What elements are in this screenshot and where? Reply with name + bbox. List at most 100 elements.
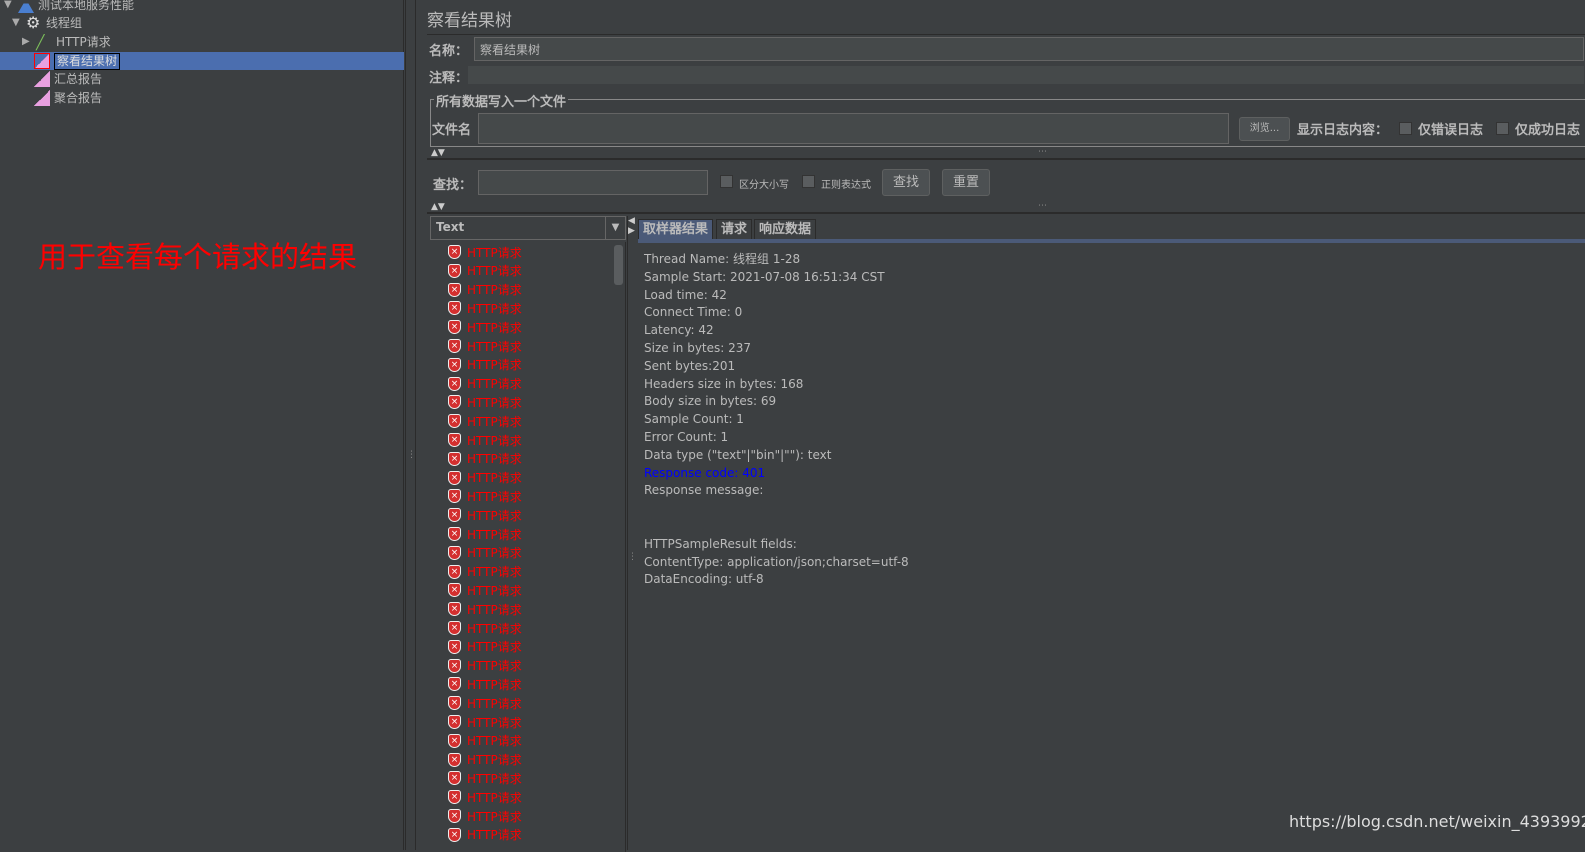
renderer-select[interactable]: Text ▼ <box>430 216 626 240</box>
result-item[interactable]: × HTTP请求 <box>448 807 522 825</box>
tree-node-summary-report[interactable]: 汇总报告 <box>34 70 102 88</box>
result-item-label: HTTP请求 <box>467 471 522 486</box>
result-item[interactable]: × HTTP请求 <box>448 318 522 336</box>
tab-1[interactable]: 请求 <box>716 219 753 239</box>
arrow-left-icon[interactable]: ◀ <box>628 216 635 226</box>
result-item[interactable]: × HTTP请求 <box>448 375 522 393</box>
expand-arrow-icon[interactable]: ▼ <box>12 14 22 32</box>
result-item-label: HTTP请求 <box>467 264 522 279</box>
error-shield-icon: × <box>448 639 461 654</box>
tab-0[interactable]: 取样器结果 <box>638 219 714 239</box>
case-sensitive-checkbox[interactable] <box>720 175 733 188</box>
collapse-arrow-icon[interactable]: ▶ <box>22 33 32 51</box>
error-shield-icon: × <box>448 733 461 748</box>
chevron-down-icon[interactable]: ▼ <box>605 217 625 239</box>
tree-node-aggregate-report[interactable]: 聚合报告 <box>34 89 102 107</box>
result-item[interactable]: × HTTP请求 <box>448 751 522 769</box>
result-item[interactable]: × HTTP请求 <box>448 657 522 675</box>
tree-node-thread-group[interactable]: ▼ ⚙ 线程组 <box>12 14 82 32</box>
result-item[interactable]: × HTTP请求 <box>448 788 522 806</box>
arrow-right-icon[interactable]: ▶ <box>628 226 635 236</box>
drag-handle-icon[interactable]: ⋮ <box>407 450 416 460</box>
test-plan-tree[interactable]: ▼ 测试本地服务性能 ▼ ⚙ 线程组 ▶ ╱ HTTP请求 察看结果树 汇总报告… <box>0 0 404 850</box>
result-item[interactable]: × HTTP请求 <box>448 619 522 637</box>
error-shield-icon: × <box>448 376 461 391</box>
view-results-tree-panel: 察看结果树 名称： 察看结果树 注释： 所有数据写入一个文件 文件名 浏览...… <box>416 0 1585 852</box>
error-shield-icon: × <box>448 715 461 729</box>
detail-line: Sample Count: 1 <box>644 412 744 427</box>
result-item[interactable]: × HTTP请求 <box>448 356 522 374</box>
detail-line: Thread Name: 线程组 1-28 <box>644 252 801 266</box>
result-item[interactable]: × HTTP请求 <box>448 299 522 317</box>
error-shield-icon: × <box>448 827 461 842</box>
collapse-toggle-icon[interactable]: ▲▼ <box>431 202 445 212</box>
result-item[interactable]: × HTTP请求 <box>448 412 522 430</box>
drag-handle-icon[interactable]: ⋮ <box>628 552 637 562</box>
comment-input[interactable] <box>468 66 1584 84</box>
results-scrollbar[interactable] <box>614 245 623 285</box>
result-item-label: HTTP请求 <box>467 771 522 786</box>
tree-node-test-plan[interactable]: ▼ 测试本地服务性能 <box>4 0 134 14</box>
result-item-label: HTTP请求 <box>467 602 522 617</box>
result-item[interactable]: × HTTP请求 <box>448 638 522 656</box>
result-item[interactable]: × HTTP请求 <box>448 544 522 562</box>
result-item[interactable]: × HTTP请求 <box>448 243 522 261</box>
search-input[interactable] <box>478 170 708 195</box>
result-item[interactable]: × HTTP请求 <box>448 769 522 787</box>
find-button[interactable]: 查找 <box>882 169 930 196</box>
results-list[interactable]: × HTTP请求 × HTTP请求 × HTTP请求 × HTTP请求 × HTTP请求 × HTTP… <box>430 242 626 852</box>
split-pane-divider[interactable]: ⋮ <box>405 0 416 850</box>
result-item[interactable]: × HTTP请求 <box>448 469 522 487</box>
result-item-label: HTTP请求 <box>467 283 522 298</box>
result-item[interactable]: × HTTP请求 <box>448 694 522 712</box>
drag-handle-icon[interactable]: ⋯ <box>1038 147 1047 157</box>
result-item[interactable]: × HTTP请求 <box>448 826 522 844</box>
detail-line: Sent bytes:201 <box>644 358 736 373</box>
detail-line <box>644 518 909 536</box>
result-item-label: HTTP请求 <box>467 828 522 843</box>
result-item[interactable]: × HTTP请求 <box>448 262 522 280</box>
result-item[interactable]: × HTTP请求 <box>448 563 522 581</box>
reset-button[interactable]: 重置 <box>942 169 990 196</box>
collapse-toggle-icon[interactable]: ▲▼ <box>431 148 445 158</box>
annotation-text: 用于查看每个请求的结果 <box>38 240 358 274</box>
filename-input[interactable] <box>478 113 1229 144</box>
result-item[interactable]: × HTTP请求 <box>448 281 522 299</box>
regex-checkbox[interactable] <box>802 175 815 188</box>
result-item[interactable]: × HTTP请求 <box>448 525 522 543</box>
error-shield-icon: × <box>448 489 461 504</box>
error-shield-icon: × <box>448 414 461 429</box>
detail-line: Error Count: 1 <box>644 429 729 444</box>
drag-handle-icon[interactable]: ⋯ <box>1038 201 1047 211</box>
error-shield-icon: × <box>448 564 461 579</box>
detail-line: Response message: <box>644 483 764 498</box>
result-item[interactable]: × HTTP请求 <box>448 337 522 355</box>
split-pane-divider[interactable]: ◀ ▶ ⋮ <box>627 216 637 850</box>
name-input[interactable]: 察看结果树 <box>474 37 1584 61</box>
result-item[interactable]: × HTTP请求 <box>448 506 522 524</box>
result-item[interactable]: × HTTP请求 <box>448 393 522 411</box>
gear-icon: ⚙ <box>26 13 41 32</box>
result-item-label: HTTP请求 <box>467 659 522 674</box>
result-item[interactable]: × HTTP请求 <box>448 450 522 468</box>
success-only-checkbox[interactable] <box>1496 122 1509 135</box>
result-item[interactable]: × HTTP请求 <box>448 581 522 599</box>
result-item[interactable]: × HTTP请求 <box>448 732 522 750</box>
errors-only-checkbox[interactable] <box>1399 122 1412 135</box>
result-item[interactable]: × HTTP请求 <box>448 600 522 618</box>
result-item[interactable]: × HTTP请求 <box>448 713 522 731</box>
browse-button[interactable]: 浏览... <box>1239 117 1290 141</box>
result-item[interactable]: × HTTP请求 <box>448 431 522 449</box>
detail-line: Sample Start: 2021-07-08 16:51:34 CST <box>644 269 885 284</box>
tab-2[interactable]: 响应数据 <box>754 219 817 239</box>
watermark: https://blog.csdn.net/weixin_43939924 <box>1289 812 1585 831</box>
expand-arrow-icon[interactable]: ▼ <box>4 0 14 14</box>
result-item[interactable]: × HTTP请求 <box>448 487 522 505</box>
result-item-label: HTTP请求 <box>467 790 522 805</box>
tree-node-http-request[interactable]: ▶ ╱ HTTP请求 <box>22 33 111 51</box>
error-shield-icon: × <box>448 339 461 353</box>
result-item[interactable]: × HTTP请求 <box>448 675 522 693</box>
tree-node-view-results-tree[interactable]: 察看结果树 <box>0 52 404 70</box>
tree-node-label: 聚合报告 <box>54 91 103 105</box>
pipette-icon: ╱ <box>36 35 45 51</box>
